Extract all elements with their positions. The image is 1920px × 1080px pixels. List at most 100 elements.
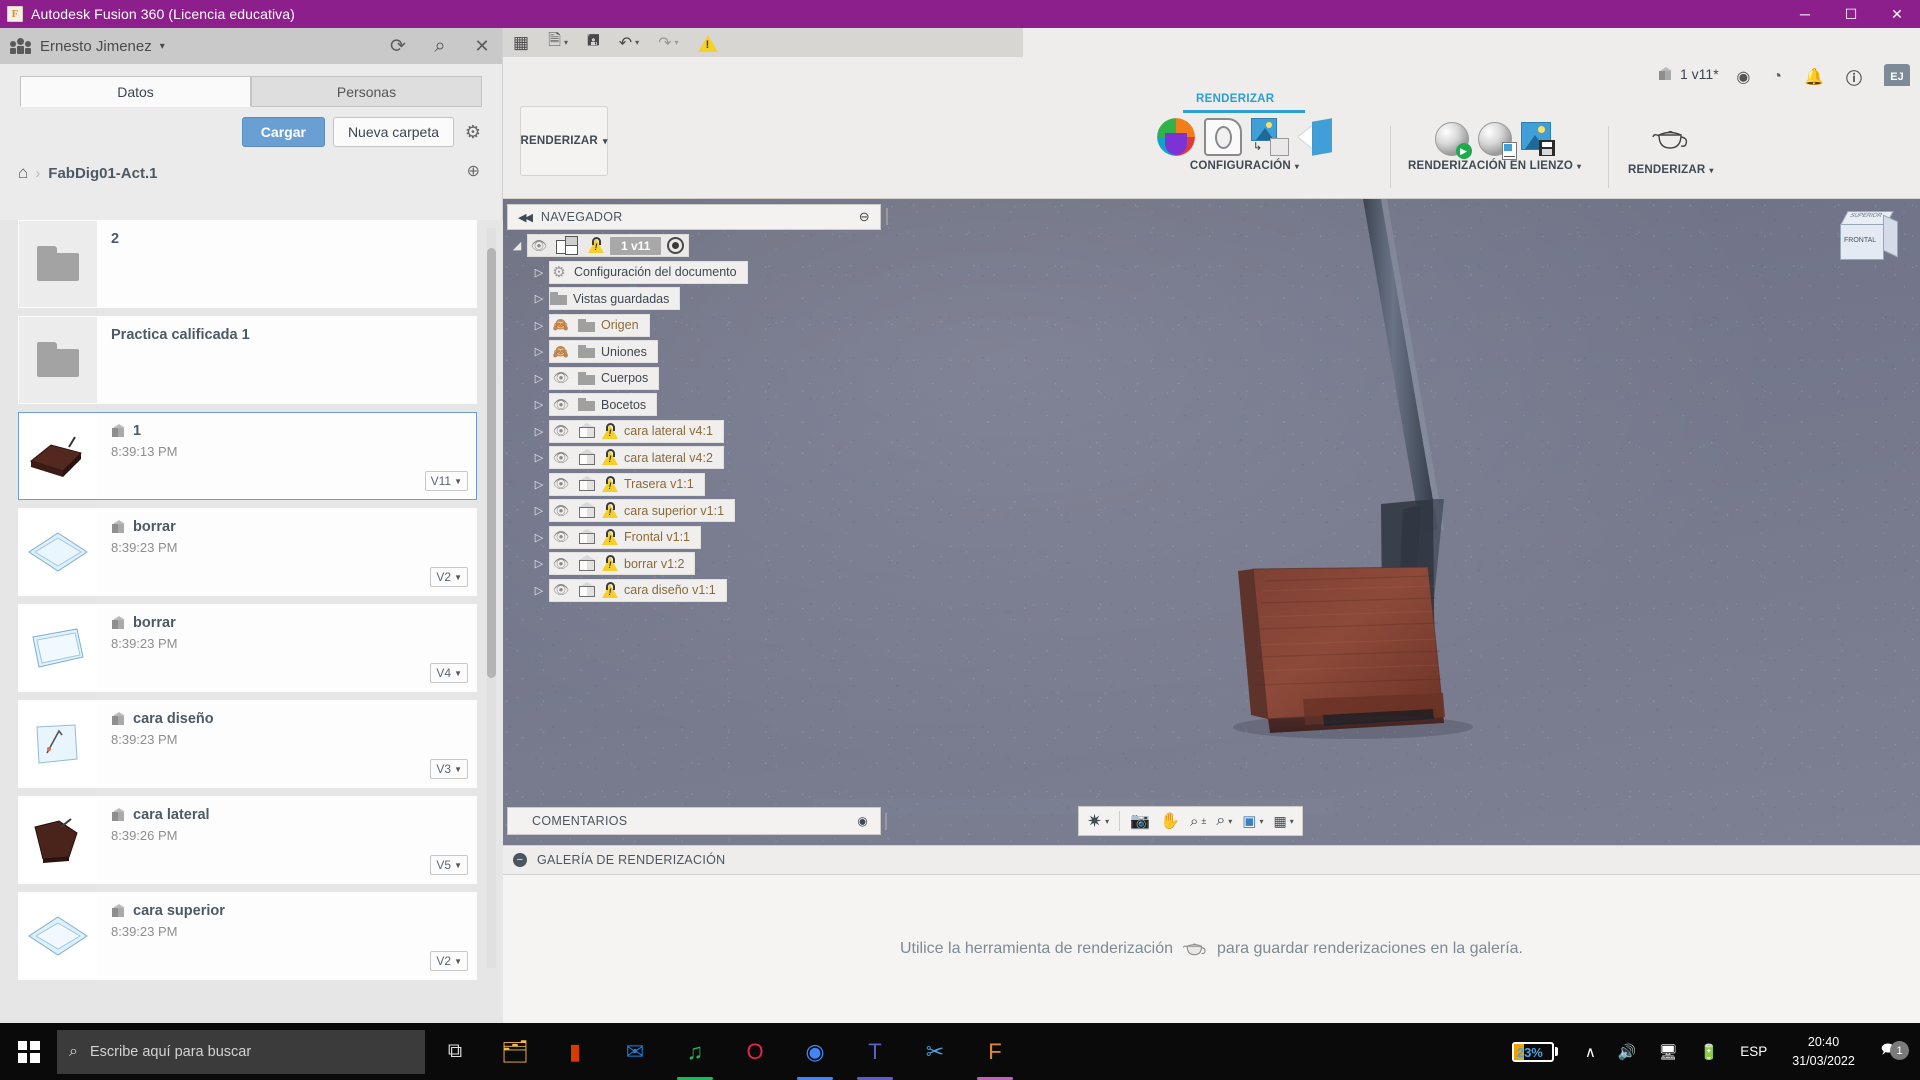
tree-item[interactable]: ⚙ Configuración del documento [549,260,748,284]
capture-image-icon[interactable] [1520,122,1555,156]
notifications-icon[interactable]: 🔔 [1804,67,1824,87]
expand-arrow-icon[interactable]: ▷ [529,345,549,358]
tree-item[interactable]: 👁! cara superior v1:1 [549,499,736,522]
taskbar-app-scissors[interactable]: ✂ [905,1023,965,1080]
view-cube[interactable]: SUPERIOR FRONTAL [1838,211,1900,271]
tree-item[interactable]: 🙈 Origen [549,313,650,337]
minimize-navigator-icon[interactable]: ⊖ [859,209,870,225]
extensions-icon[interactable]: ◉ [1736,67,1750,87]
version-selector[interactable]: V5 ▼ [430,855,468,875]
scene-settings-icon[interactable]: ↳ [1251,118,1289,156]
visibility-eye-icon[interactable]: 👁 [550,370,572,386]
list-item[interactable]: cara lateral 8:39:26 PM V5 ▼ [18,796,477,884]
expand-arrow-icon[interactable]: ▷ [529,557,549,570]
data-panel-scrollbar[interactable] [487,228,496,968]
warning-icon[interactable]: ! [697,34,718,52]
expand-arrow-icon[interactable]: ▷ [529,504,549,517]
render-settings-icon[interactable] [1477,122,1517,160]
visibility-eye-icon[interactable]: 👁 [550,582,572,598]
new-folder-button[interactable]: Nueva carpeta [332,117,454,147]
tree-item[interactable]: 👁 Bocetos [549,393,658,416]
visibility-eye-icon[interactable]: 👁 [550,423,572,439]
taskbar-app-chrome[interactable]: ◉ [785,1023,845,1080]
show-data-panel-icon[interactable]: ▦ [513,33,529,53]
tree-row[interactable]: ▷ 👁! cara diseño v1:1 [507,578,881,603]
battery-status-indicator[interactable]: 23% [1511,1041,1558,1062]
language-indicator[interactable]: ESP [1729,1044,1778,1059]
list-item[interactable]: borrar 8:39:23 PM V2 ▼ [18,508,477,596]
tree-item[interactable]: 👁! cara lateral v4:1 [549,419,724,443]
comments-resize-grip[interactable] [885,813,887,830]
expand-arrow-icon[interactable]: ▷ [529,398,549,411]
chevron-down-icon[interactable]: ▾ [160,41,165,52]
close-button[interactable]: ✕ [1874,0,1920,28]
taskbar-app-fusion360[interactable]: F [965,1023,1025,1080]
team-name-label[interactable]: Ernesto Jimenez [40,38,152,55]
version-selector[interactable]: V11 ▼ [424,471,468,491]
data-panel-list[interactable]: 2 Practica calificada 1 1 8:39:13 PM V11 ▼ bor… [0,220,503,1023]
expand-arrow-icon[interactable]: ◢ [507,239,527,252]
show-hidden-icons-chevron-icon[interactable]: ∧ [1574,1043,1607,1061]
tree-row[interactable]: ▷ 👁! cara lateral v4:1 [507,419,881,444]
taskbar-app-mail[interactable]: ✉ [605,1023,665,1080]
start-button[interactable] [0,1023,57,1080]
chevron-down-icon[interactable]: ▾ [1709,166,1713,175]
taskbar-app-office[interactable]: ▮ [545,1023,605,1080]
tree-row[interactable]: ▷ 👁! Frontal v1:1 [507,525,881,550]
visibility-eye-icon[interactable]: 👁 [550,476,572,492]
file-menu-icon[interactable]: 🗎 ▾ [548,29,568,56]
workspace-switcher-button[interactable]: RENDERIZAR ▾ [520,106,608,176]
tree-item[interactable]: 🙈 Uniones [549,340,658,363]
chevron-down-icon[interactable]: ▾ [1577,162,1581,171]
grid-snaps-icon[interactable]: ▦ ▾ [1274,813,1294,830]
history-icon[interactable]: ◔ [1772,68,1782,86]
expand-arrow-icon[interactable]: ▷ [529,425,549,438]
expand-arrow-icon[interactable]: ▷ [529,478,549,491]
version-selector[interactable]: V2 ▼ [430,951,468,971]
decal-icon[interactable] [1298,118,1332,156]
maximize-button[interactable]: ☐ [1828,0,1874,28]
version-selector[interactable]: V4 ▼ [430,663,468,683]
tree-row[interactable]: ▷ 👁! borrar v1:2 [507,551,881,576]
expand-arrow-icon[interactable]: ▷ [529,292,549,305]
visibility-hidden-icon[interactable]: 🙈 [550,344,572,360]
taskbar-app-opera[interactable]: O [725,1023,785,1080]
search-icon[interactable]: ⌕ [430,35,450,57]
taskbar-search-box[interactable]: ⌕ Escribe aquí para buscar [57,1029,425,1074]
tree-item[interactable]: Vistas guardadas [549,287,681,310]
collapse-navigator-icon[interactable]: ◀◀ [518,211,533,224]
viewport-3d[interactable]: ◀◀ NAVEGADOR ⊖ ◢ 👁 ! 1 v11 ▷ ⚙ Configurac [503,199,1920,845]
battery-icon[interactable]: 🔋 [1689,1043,1730,1061]
list-item[interactable]: cara diseño 8:39:23 PM V3 ▼ [18,700,477,788]
visibility-eye-icon[interactable]: 👁 [550,529,572,545]
version-selector[interactable]: V2 ▼ [430,567,468,587]
breadcrumb-current[interactable]: FabDig01-Act.1 [48,165,157,182]
expand-arrow-icon[interactable]: ▷ [529,319,549,332]
volume-icon[interactable]: 🔊 [1607,1043,1648,1061]
tree-item[interactable]: 👁! borrar v1:2 [549,552,696,575]
view-cube-side-face[interactable] [1883,214,1898,258]
tree-item[interactable]: 👁 Cuerpos [549,366,660,390]
globe-icon[interactable]: ⊕ [467,161,480,181]
canvas-render-icon[interactable]: ▶ [1434,122,1472,159]
look-at-icon[interactable]: 📷 [1130,811,1150,831]
task-view-icon[interactable]: ⧉ [425,1023,485,1080]
appearance-icon[interactable] [1204,118,1242,156]
tree-row[interactable]: ▷ 👁! cara superior v1:1 [507,498,881,523]
expand-arrow-icon[interactable]: ▷ [529,451,549,464]
document-tab[interactable]: 1 v11* [1658,66,1719,82]
expand-arrow-icon[interactable]: ▷ [529,531,549,544]
taskbar-app-file-explorer[interactable]: 🗂 [485,1023,545,1080]
tree-item[interactable]: 👁! cara lateral v4:2 [549,446,724,469]
redo-icon[interactable]: ↷ ▾ [658,33,678,53]
list-item[interactable]: borrar 8:39:23 PM V4 ▼ [18,604,477,692]
visibility-hidden-icon[interactable]: 🙈 [550,317,572,333]
chevron-down-icon[interactable]: ▾ [1295,162,1299,171]
close-panel-icon[interactable]: ✕ [472,36,492,56]
ribbon-tab-renderizar[interactable]: RENDERIZAR [1196,93,1274,105]
visibility-eye-icon[interactable]: 👁 [550,556,572,572]
activate-component-icon[interactable] [667,237,685,254]
add-comment-icon[interactable]: ◉ [857,814,868,828]
tree-row[interactable]: ▷ ⚙ Configuración del documento [507,260,881,285]
tree-row[interactable]: ▷ 👁! cara lateral v4:2 [507,445,881,470]
